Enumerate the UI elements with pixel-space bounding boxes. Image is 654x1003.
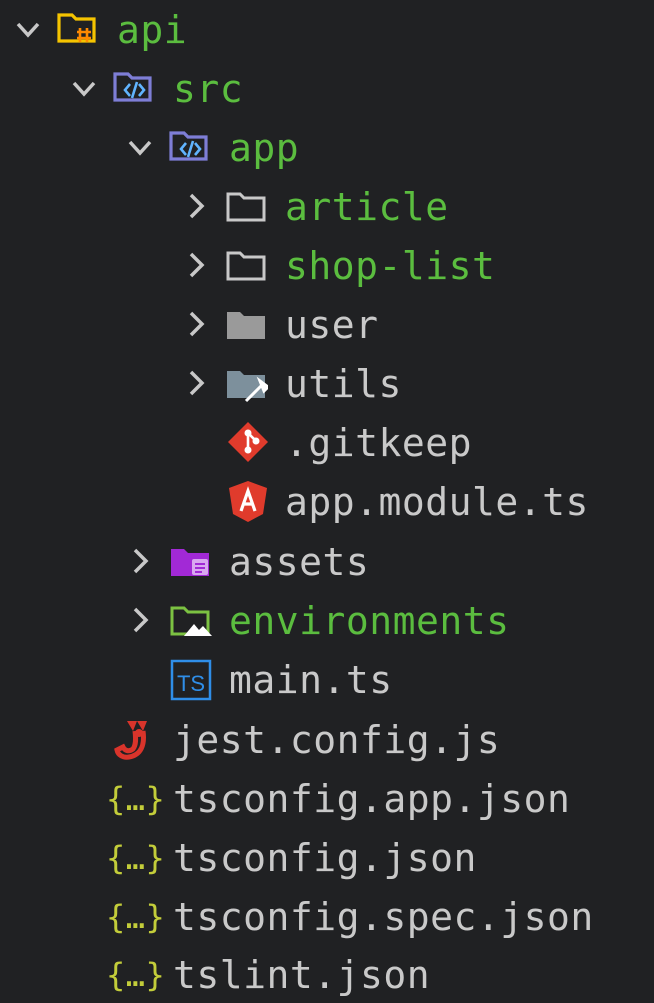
chevron-right-icon[interactable] — [182, 304, 210, 344]
tree-item-jest-config-js[interactable]: jest.config.js — [0, 711, 654, 770]
folder-environment-icon — [170, 606, 212, 636]
angular-icon — [229, 481, 267, 522]
tree-item-label: shop-list — [285, 244, 496, 288]
json-icon: {…} — [106, 839, 166, 877]
chevron-down-icon[interactable] — [70, 68, 98, 108]
tree-item-app-module-ts[interactable]: app.module.ts — [0, 473, 654, 532]
json-icon: {…} — [106, 898, 166, 936]
chevron-right-icon[interactable] — [126, 541, 154, 581]
json-icon: {…} — [106, 780, 166, 818]
tree-item-article[interactable]: article — [0, 178, 654, 237]
tree-item-utils[interactable]: utils — [0, 355, 654, 414]
tree-item-shop-list[interactable]: shop-list — [0, 237, 654, 296]
tree-item-label: assets — [229, 540, 370, 584]
svg-text:TS: TS — [177, 671, 205, 696]
typescript-icon: TS — [170, 659, 212, 701]
folder-app-open-icon — [169, 131, 208, 161]
tree-item-tsconfig-json[interactable]: {…} tsconfig.json — [0, 829, 654, 888]
tree-item-assets[interactable]: assets — [0, 533, 654, 592]
jest-icon — [114, 721, 147, 760]
tree-item-label: tslint.json — [173, 953, 431, 997]
chevron-down-icon[interactable] — [14, 9, 42, 49]
folder-api-open-icon — [57, 13, 96, 43]
chevron-right-icon[interactable] — [182, 363, 210, 403]
tree-item-label: .gitkeep — [285, 421, 473, 465]
tree-item-main-ts[interactable]: TS main.ts — [0, 651, 654, 710]
tree-item-user[interactable]: user — [0, 296, 654, 355]
chevron-right-icon[interactable] — [126, 600, 154, 640]
tree-item-label: utils — [285, 362, 402, 406]
tree-item-label: src — [173, 67, 244, 111]
tree-item-label: tsconfig.app.json — [173, 777, 571, 821]
tree-item-tsconfig-app-json[interactable]: {…} tsconfig.app.json — [0, 770, 654, 829]
folder-outline-icon — [226, 192, 266, 222]
tree-item-label: app.module.ts — [285, 480, 589, 524]
tree-item-label: environments — [229, 599, 510, 643]
tree-item-tslint-json[interactable]: {…} tslint.json — [0, 946, 654, 1003]
folder-grey-icon — [227, 312, 265, 339]
tree-item-src[interactable]: src — [0, 60, 654, 119]
chevron-right-icon[interactable] — [182, 186, 210, 226]
folder-utils-icon — [227, 371, 268, 403]
tree-item-label: user — [285, 303, 379, 347]
tree-item-environments[interactable]: environments — [0, 592, 654, 651]
tree-item-label: tsconfig.json — [173, 836, 477, 880]
tree-item-label: app — [229, 126, 300, 170]
tree-item-app[interactable]: app — [0, 119, 654, 178]
tree-item-label: tsconfig.spec.json — [173, 895, 594, 939]
folder-src-open-icon — [113, 72, 152, 102]
tree-item-gitkeep[interactable]: .gitkeep — [0, 414, 654, 473]
json-icon: {…} — [106, 956, 166, 994]
tree-item-tsconfig-spec-json[interactable]: {…} tsconfig.spec.json — [0, 888, 654, 947]
tree-item-label: main.ts — [229, 658, 393, 702]
git-icon — [228, 422, 268, 462]
tree-item-label: api — [117, 8, 188, 52]
tree-item-label: article — [285, 185, 449, 229]
folder-assets-icon — [171, 549, 209, 576]
file-explorer-tree: api src app article shop-list user utils… — [0, 0, 654, 1003]
folder-outline-icon — [226, 251, 266, 281]
tree-item-api[interactable]: api — [0, 1, 654, 60]
chevron-down-icon[interactable] — [126, 127, 154, 167]
chevron-right-icon[interactable] — [182, 245, 210, 285]
tree-item-label: jest.config.js — [173, 718, 501, 762]
